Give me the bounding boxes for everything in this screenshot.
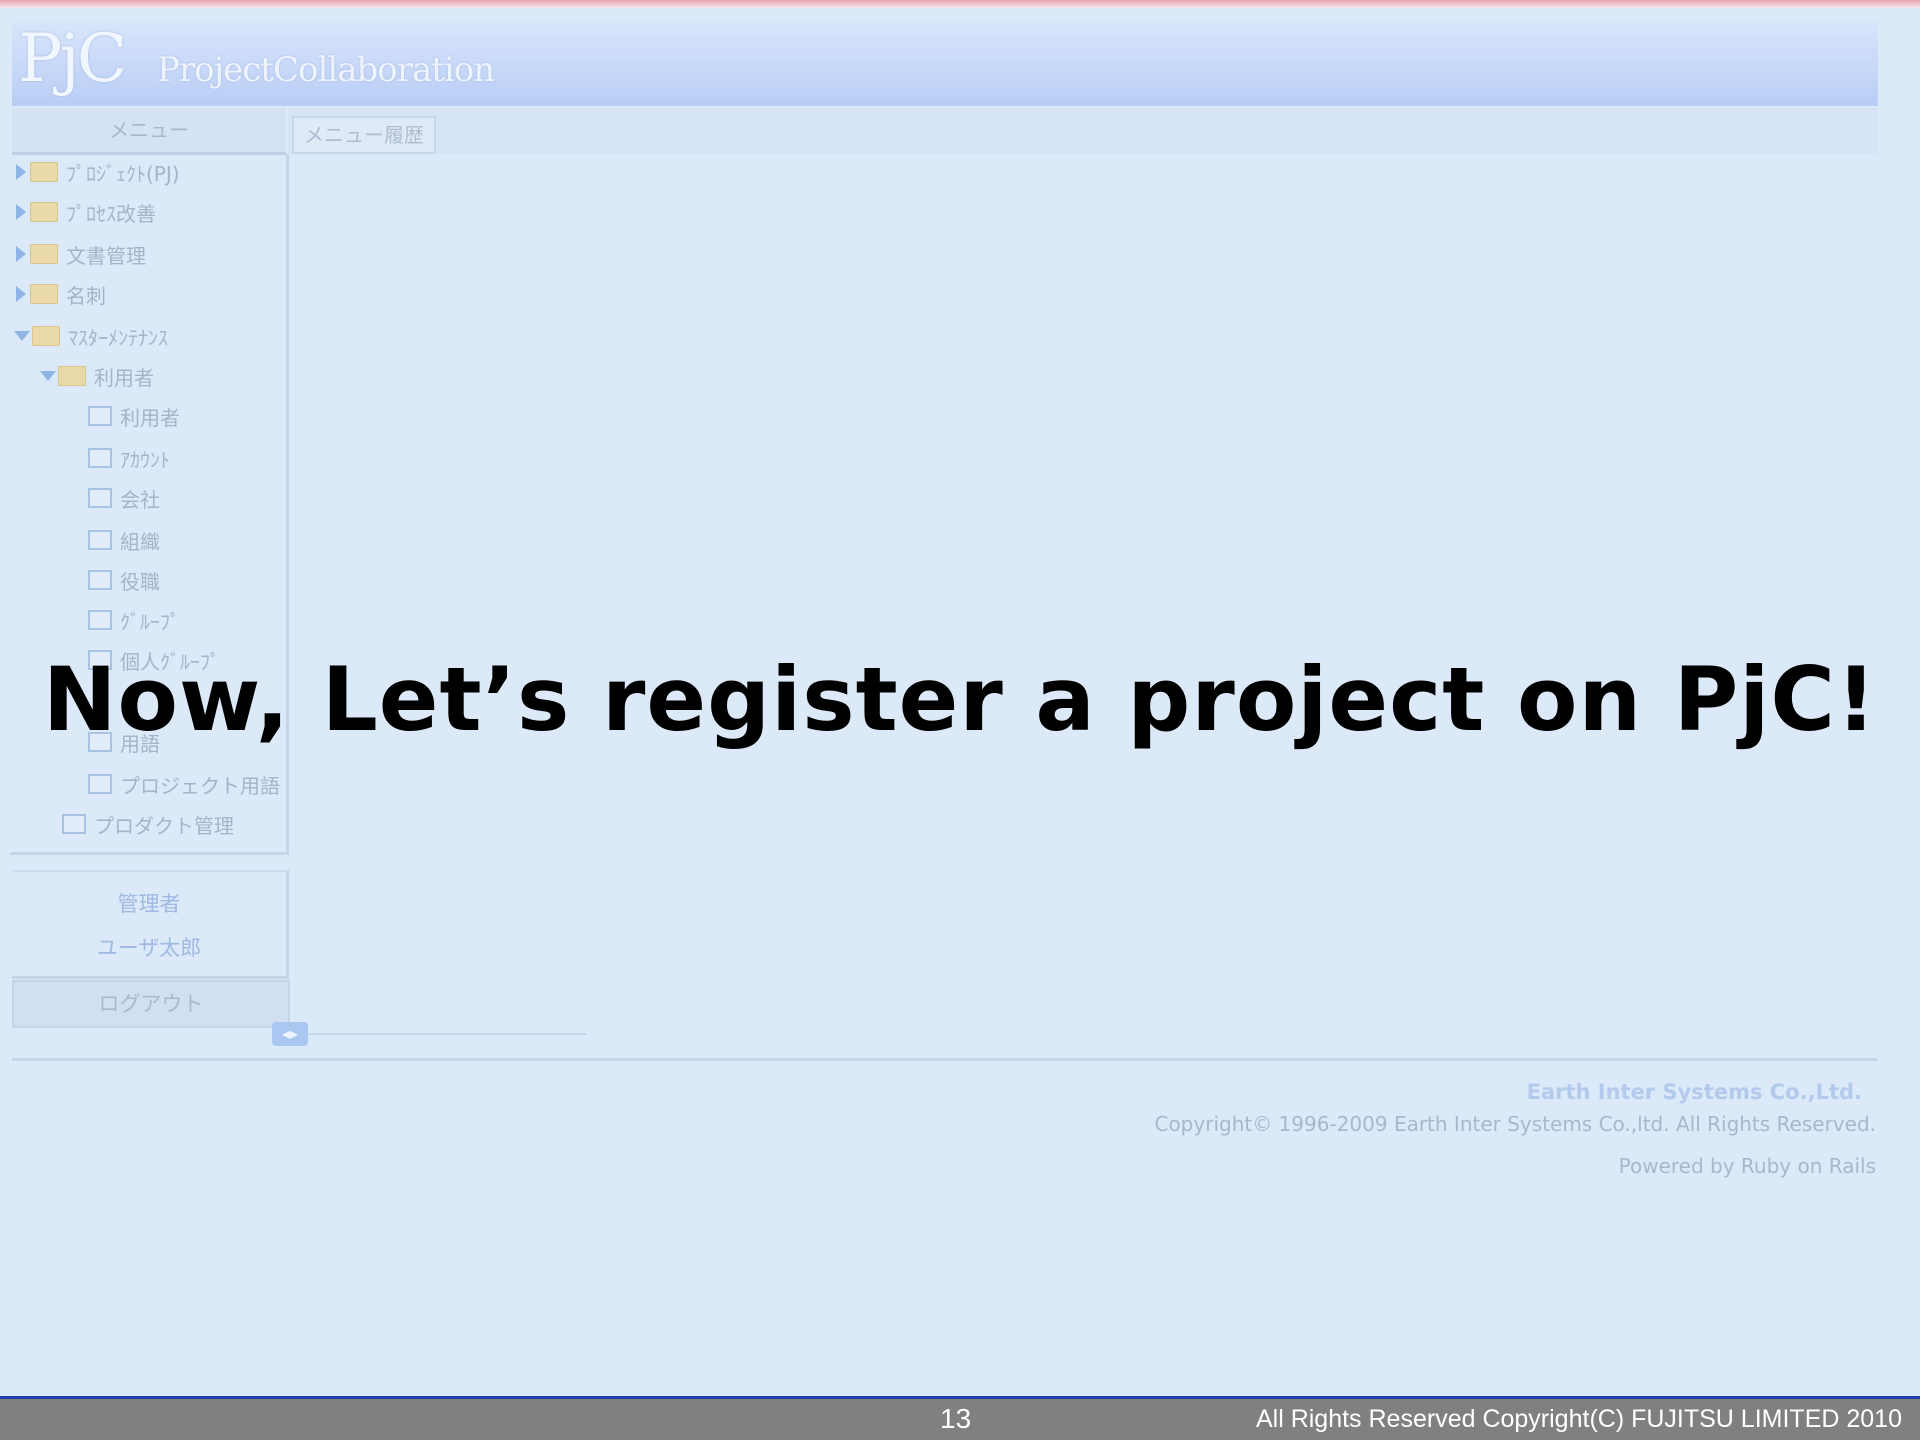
- folder-icon: [30, 244, 58, 264]
- tree-item-label: ﾏｽﾀｰﾒﾝﾃﾅﾝｽ: [68, 325, 168, 350]
- tree-item-label: 利用者: [120, 405, 180, 430]
- tree-item-label: ｸﾞﾙｰﾌﾟ: [120, 609, 180, 634]
- app-logo: PjC: [18, 20, 127, 97]
- folder-open-icon: [32, 326, 60, 346]
- app-title: ProjectCollaboration: [157, 50, 495, 90]
- app-copyright: Copyright© 1996-2009 Earth Inter Systems…: [1154, 1112, 1876, 1136]
- tree-item-groups[interactable]: ｸﾞﾙｰﾌﾟ: [88, 602, 180, 638]
- tree-item-accounts[interactable]: ｱｶｳﾝﾄ: [88, 440, 170, 476]
- user-info-panel: 管理者 ユーザ太郎: [12, 870, 289, 979]
- page-icon: [88, 448, 112, 468]
- pane-splitter-handle[interactable]: ◂▸: [272, 1022, 308, 1046]
- folder-icon: [30, 162, 58, 182]
- user-name[interactable]: ユーザ太郎: [12, 932, 286, 962]
- page-icon: [88, 610, 112, 630]
- tree-item-label: ﾌﾟﾛｼﾞｪｸﾄ(PJ): [66, 161, 180, 186]
- footer-divider: [12, 1058, 1878, 1061]
- slide-top-rule: [0, 0, 1920, 8]
- tree-item-label: 役職: [120, 569, 160, 594]
- tree-item-label: ﾌﾟﾛｾｽ改善: [66, 201, 156, 226]
- tree-item-organizations[interactable]: 組織: [88, 522, 160, 558]
- tree-item-label: プロジェクト用語: [120, 773, 280, 798]
- tree-item-label: 会社: [120, 487, 160, 512]
- slide-copyright: All Rights Reserved Copyright(C) FUJITSU…: [1255, 1405, 1902, 1433]
- tree-item-project-terms[interactable]: プロジェクト用語: [88, 766, 280, 802]
- user-role[interactable]: 管理者: [12, 888, 286, 918]
- slide-headline: Now, Let’s register a project on PjC!: [42, 648, 1878, 751]
- tree-item-label: 組織: [120, 529, 160, 554]
- tree-item-master-maintenance[interactable]: ﾏｽﾀｰﾒﾝﾃﾅﾝｽ: [14, 318, 168, 354]
- tab-menu-history[interactable]: メニュー履歴: [292, 116, 436, 154]
- tree-item-process-improvement[interactable]: ﾌﾟﾛｾｽ改善: [16, 194, 156, 230]
- app-header: PjC ProjectCollaboration: [12, 22, 1878, 106]
- expand-arrow-icon[interactable]: [16, 204, 26, 220]
- tree-item-label: 利用者: [94, 365, 154, 390]
- tree-item-business-cards[interactable]: 名刺: [16, 276, 106, 312]
- slide-footer: 13 All Rights Reserved Copyright(C) FUJI…: [0, 1396, 1920, 1440]
- logout-button[interactable]: ログアウト: [12, 980, 290, 1028]
- collapse-arrow-icon[interactable]: [40, 371, 56, 381]
- expand-arrow-icon[interactable]: [16, 164, 26, 180]
- tree-item-companies[interactable]: 会社: [88, 480, 160, 516]
- tree-item-project[interactable]: ﾌﾟﾛｼﾞｪｸﾄ(PJ): [16, 154, 180, 190]
- tree-item-users[interactable]: 利用者: [88, 398, 180, 434]
- page-icon: [88, 774, 112, 794]
- page-icon: [88, 530, 112, 550]
- slide-page-number: 13: [940, 1403, 972, 1434]
- tree-item-document-management[interactable]: 文書管理: [16, 236, 146, 272]
- tree-item-label: プロダクト管理: [94, 813, 234, 838]
- page-icon: [88, 570, 112, 590]
- folder-open-icon: [58, 366, 86, 386]
- page-icon: [88, 406, 112, 426]
- page-icon: [88, 488, 112, 508]
- resize-arrows-icon: ◂▸: [281, 1024, 299, 1043]
- tree-item-positions[interactable]: 役職: [88, 562, 160, 598]
- menu-history-bar: メニュー履歴: [288, 108, 1878, 154]
- expand-arrow-icon[interactable]: [16, 286, 26, 302]
- tree-item-label: ｱｶｳﾝﾄ: [120, 447, 170, 472]
- page-icon: [62, 814, 86, 834]
- powered-by: Powered by Ruby on Rails: [1618, 1154, 1876, 1178]
- collapse-arrow-icon[interactable]: [14, 331, 30, 341]
- menu-header: メニュー: [12, 108, 286, 155]
- tree-item-users-folder[interactable]: 利用者: [40, 358, 154, 394]
- expand-arrow-icon[interactable]: [16, 246, 26, 262]
- tree-item-label: 名刺: [66, 283, 106, 308]
- company-name: Earth Inter Systems Co.,Ltd.: [1526, 1080, 1862, 1104]
- folder-icon: [30, 202, 58, 222]
- tree-item-product-management[interactable]: プロダクト管理: [62, 806, 234, 842]
- tree-item-label: 文書管理: [66, 243, 146, 268]
- folder-icon: [30, 284, 58, 304]
- splitter-line: [308, 1033, 586, 1035]
